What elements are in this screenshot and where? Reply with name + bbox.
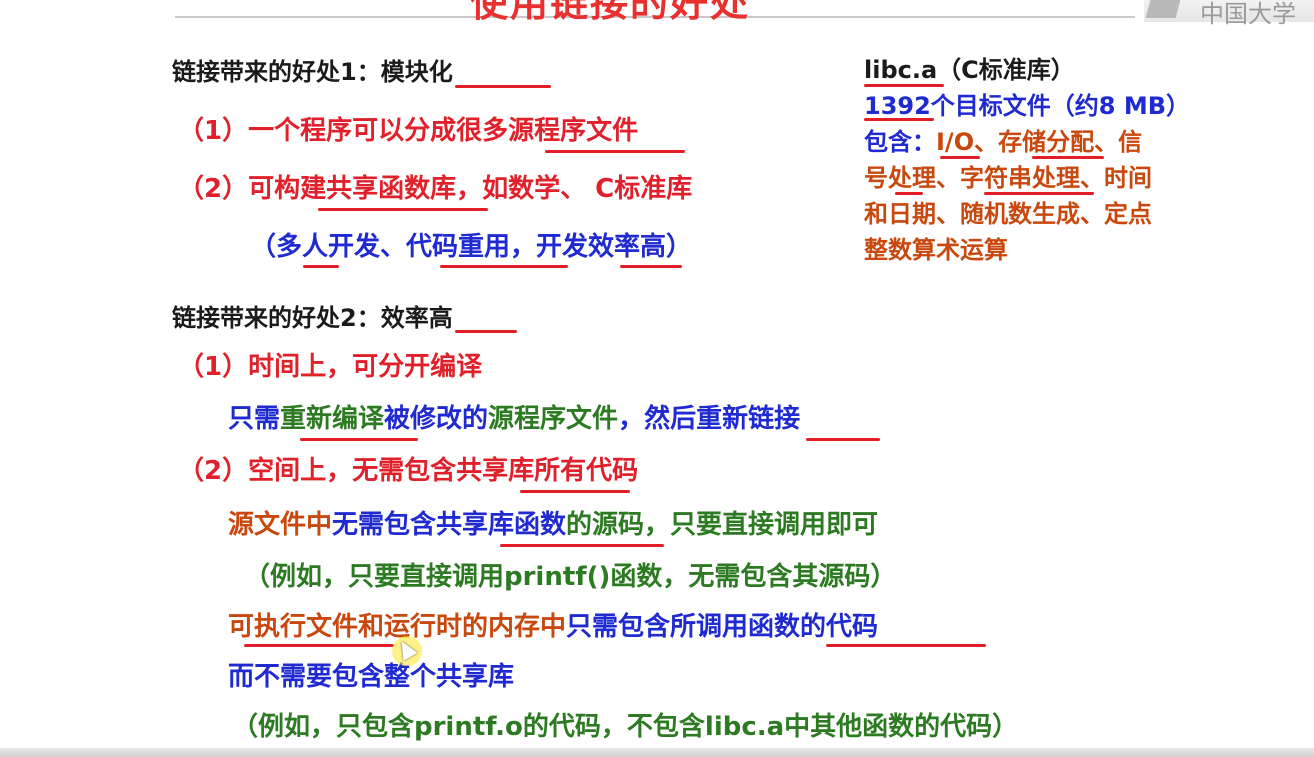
benefit2-line-a: 源文件中无需包含共享库函数的源码，只要直接调用即可 <box>228 504 878 541</box>
detail-part1: 只需 <box>228 404 281 434</box>
benefit1-heading: 链接带来的好处1：模块化 <box>172 52 453 87</box>
benefit2-item2: （2）空间上，无需包含共享库所有代码 <box>178 456 639 486</box>
benefit2-line-d: 而不需要包含整个共享库 <box>228 662 515 692</box>
benefit2-heading: 链接带来的好处2：效率高 <box>172 298 453 333</box>
detail-part3: 被修改的 <box>384 404 489 434</box>
detail-part5: ，然后重新链接 <box>618 404 801 434</box>
line-a-part2: 无需包含共享库函数 <box>332 510 567 540</box>
benefit2-item1-detail: 只需重新编译被修改的源程序文件，然后重新链接 <box>228 398 800 435</box>
underline-recompile <box>300 438 418 441</box>
benefit2-heading-prefix: 链接带来的好处2： <box>172 304 381 332</box>
libc-count: 1392个目标文件（约8 MB） <box>864 86 1190 121</box>
libc-count-rest: 个目标文件（约8 MB） <box>930 92 1191 120</box>
libc-contains-line3: 和日期、随机数生成、定点 <box>864 200 1152 228</box>
underline-many-sources <box>545 150 685 153</box>
line-c-part1: 可执行文件和运行时的内存中 <box>228 612 567 642</box>
watermark-logo-icon <box>1145 0 1181 18</box>
benefit1-heading-prefix: 链接带来的好处1： <box>172 58 381 86</box>
bottom-bar <box>0 748 1314 757</box>
underline-relink <box>806 438 880 441</box>
benefit1-item2: （2）可构建共享函数库，如数学、 C标准库 <box>178 174 693 204</box>
libc-title: libc.a（C标准库） <box>864 56 1075 84</box>
libc-contains-label: 包含： <box>864 128 936 156</box>
benefit2-line-c: 可执行文件和运行时的内存中只需包含所调用函数的代码 <box>228 606 878 643</box>
underline-shared-func <box>500 544 664 547</box>
benefit2-item1: （1）时间上，可分开编译 <box>178 352 483 382</box>
benefit2-line-b: （例如，只要直接调用printf()函数，无需包含其源码） <box>244 562 897 592</box>
underline-many-people <box>303 265 339 268</box>
libc-contains-line2: 号处理、字符串处理、时间 <box>864 164 1152 192</box>
libc-contains-text1: I/O、存储分配、信 <box>936 128 1143 156</box>
benefit1-note: （多人开发、代码重用，开发效率高） <box>250 232 693 262</box>
benefit2-heading-key: 效率高 <box>380 304 453 332</box>
underline-modular <box>455 85 551 88</box>
underline-shared-lib-2 <box>520 490 630 493</box>
line-a-part1: 源文件中 <box>228 510 333 540</box>
underline-efficiency <box>455 330 517 333</box>
underline-executable <box>244 644 394 647</box>
slide-title: 使用链接的好处 <box>470 0 751 25</box>
detail-part2: 重新编译 <box>280 404 385 434</box>
line-c-part2: 只需包含所调用函数的代码 <box>566 612 879 642</box>
underline-shared-lib <box>318 208 488 211</box>
underline-1392 <box>864 118 934 121</box>
line-a-part3: 的源码，只要直接调用即可 <box>566 510 879 540</box>
underline-code-reuse <box>440 265 568 268</box>
benefit1-heading-key: 模块化 <box>380 58 453 86</box>
watermark-text: 中国大学 <box>1200 0 1296 28</box>
libc-contains-line1: 包含：I/O、存储分配、信 <box>864 122 1142 157</box>
benefit2-line-e: （例如，只包含printf.o的代码，不包含libc.a中其他函数的代码） <box>232 712 1019 742</box>
detail-part4: 源程序文件 <box>488 404 619 434</box>
libc-contains-line4: 整数算术运算 <box>864 236 1008 264</box>
underline-dev-efficiency <box>620 265 682 268</box>
underline-called-funcs <box>826 644 986 647</box>
benefit1-item1: （1）一个程序可以分成很多源程序文件 <box>178 116 639 146</box>
libc-count-value: 1392 <box>864 92 931 120</box>
